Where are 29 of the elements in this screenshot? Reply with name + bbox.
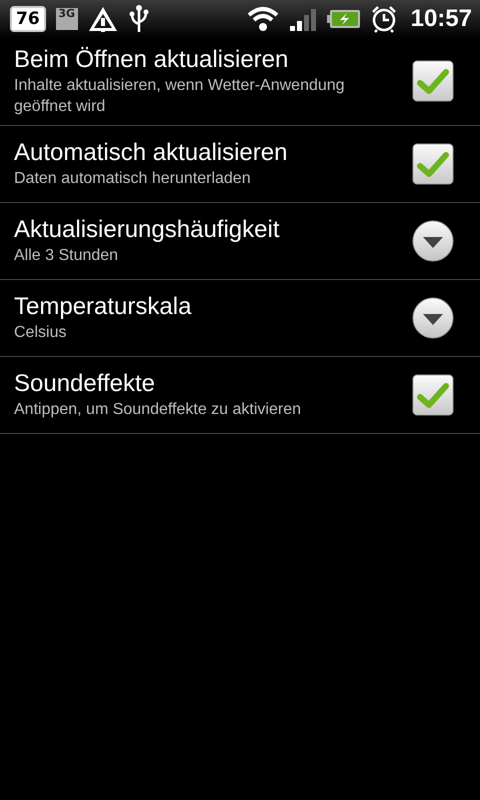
settings-row[interactable]: Automatisch aktualisieren Daten automatisch herunterladen [0,126,480,203]
setting-title: Automatisch aktualisieren [14,138,288,168]
network-type: 3G [56,8,78,30]
battery-charging-icon [326,9,361,29]
wifi-icon [246,6,279,32]
settings-row[interactable]: Aktualisierungshäufigkeit Alle 3 Stunden [0,203,480,280]
settings-row[interactable]: Temperaturskala Celsius [0,280,480,357]
clock-time: 10:57 [410,4,472,34]
setting-summary: Inhalte aktualisieren, wenn Wetter-Anwendung geöffnet wird [14,76,346,117]
signal-icon [288,7,317,31]
checkbox[interactable] [412,374,454,416]
checkbox[interactable] [412,60,454,102]
checkbox[interactable] [412,142,454,184]
setting-title: Aktualisierungshäufigkeit [14,215,280,245]
alarm-clock-icon [370,5,397,33]
settings-row[interactable]: Beim Öffnen aktualisieren Inhalte aktualisieren, wenn Wetter-Anwendung geöffnet wird [0,38,480,126]
setting-title: Beim Öffnen aktualisieren [14,45,290,75]
setting-summary: Celsius [14,323,68,343]
settings-row[interactable]: Soundeffekte Antippen, um Soundeffekte zu aktivieren [0,357,480,434]
setting-title: Temperaturskala [14,292,192,322]
notification-count: 76 [10,6,46,32]
warning-icon [88,5,118,33]
usb-icon [128,4,150,34]
setting-summary: Daten automatisch herunterladen [14,169,252,189]
setting-summary: Alle 3 Stunden [14,246,120,266]
dropdown-button[interactable] [412,220,454,262]
setting-summary: Antippen, um Soundeffekte zu aktivieren [14,400,302,420]
dropdown-button[interactable] [412,296,454,338]
setting-title: Soundeffekte [14,369,156,399]
